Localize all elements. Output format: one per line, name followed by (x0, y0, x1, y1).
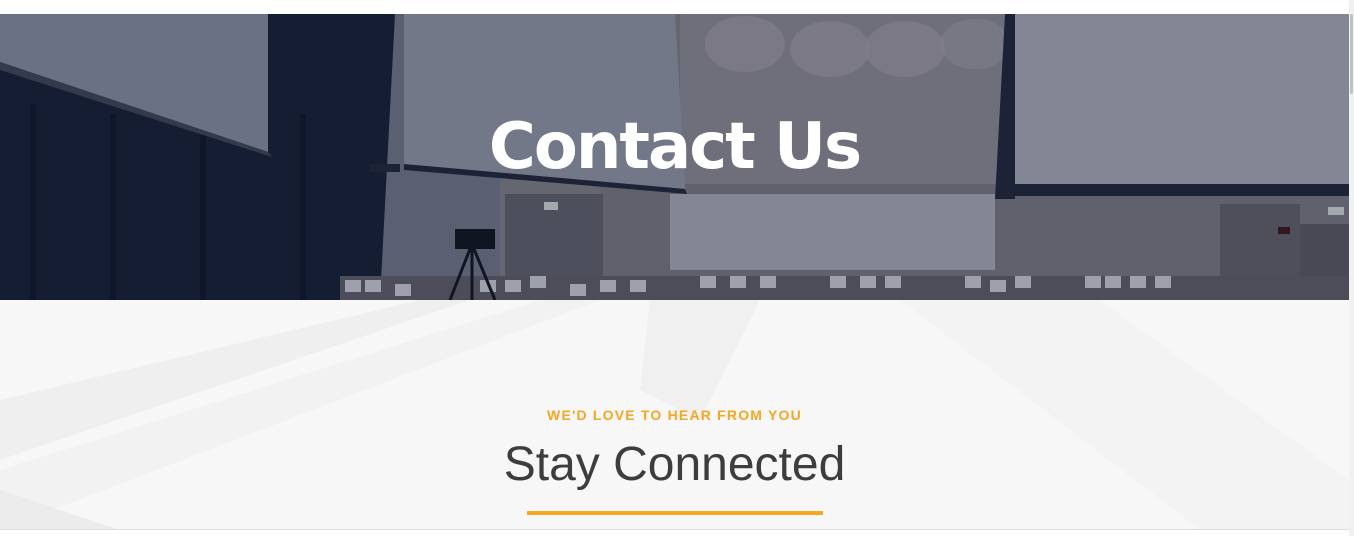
divider (0, 529, 1349, 530)
stay-connected-section: WE'D LOVE TO HEAR FROM YOU Stay Connecte… (0, 300, 1349, 530)
scrollbar[interactable] (1349, 0, 1354, 536)
title-underline (527, 511, 823, 515)
section-title: Stay Connected (503, 438, 846, 491)
section-eyebrow: WE'D LOVE TO HEAR FROM YOU (547, 407, 802, 423)
top-strip (0, 0, 1354, 14)
scrollbar-thumb[interactable] (1350, 14, 1353, 94)
page: Contact Us WE'D LOVE TO HEAR FROM YOU St… (0, 0, 1354, 536)
hero-title: Contact Us (488, 110, 862, 184)
hero-banner: Contact Us (0, 14, 1349, 300)
